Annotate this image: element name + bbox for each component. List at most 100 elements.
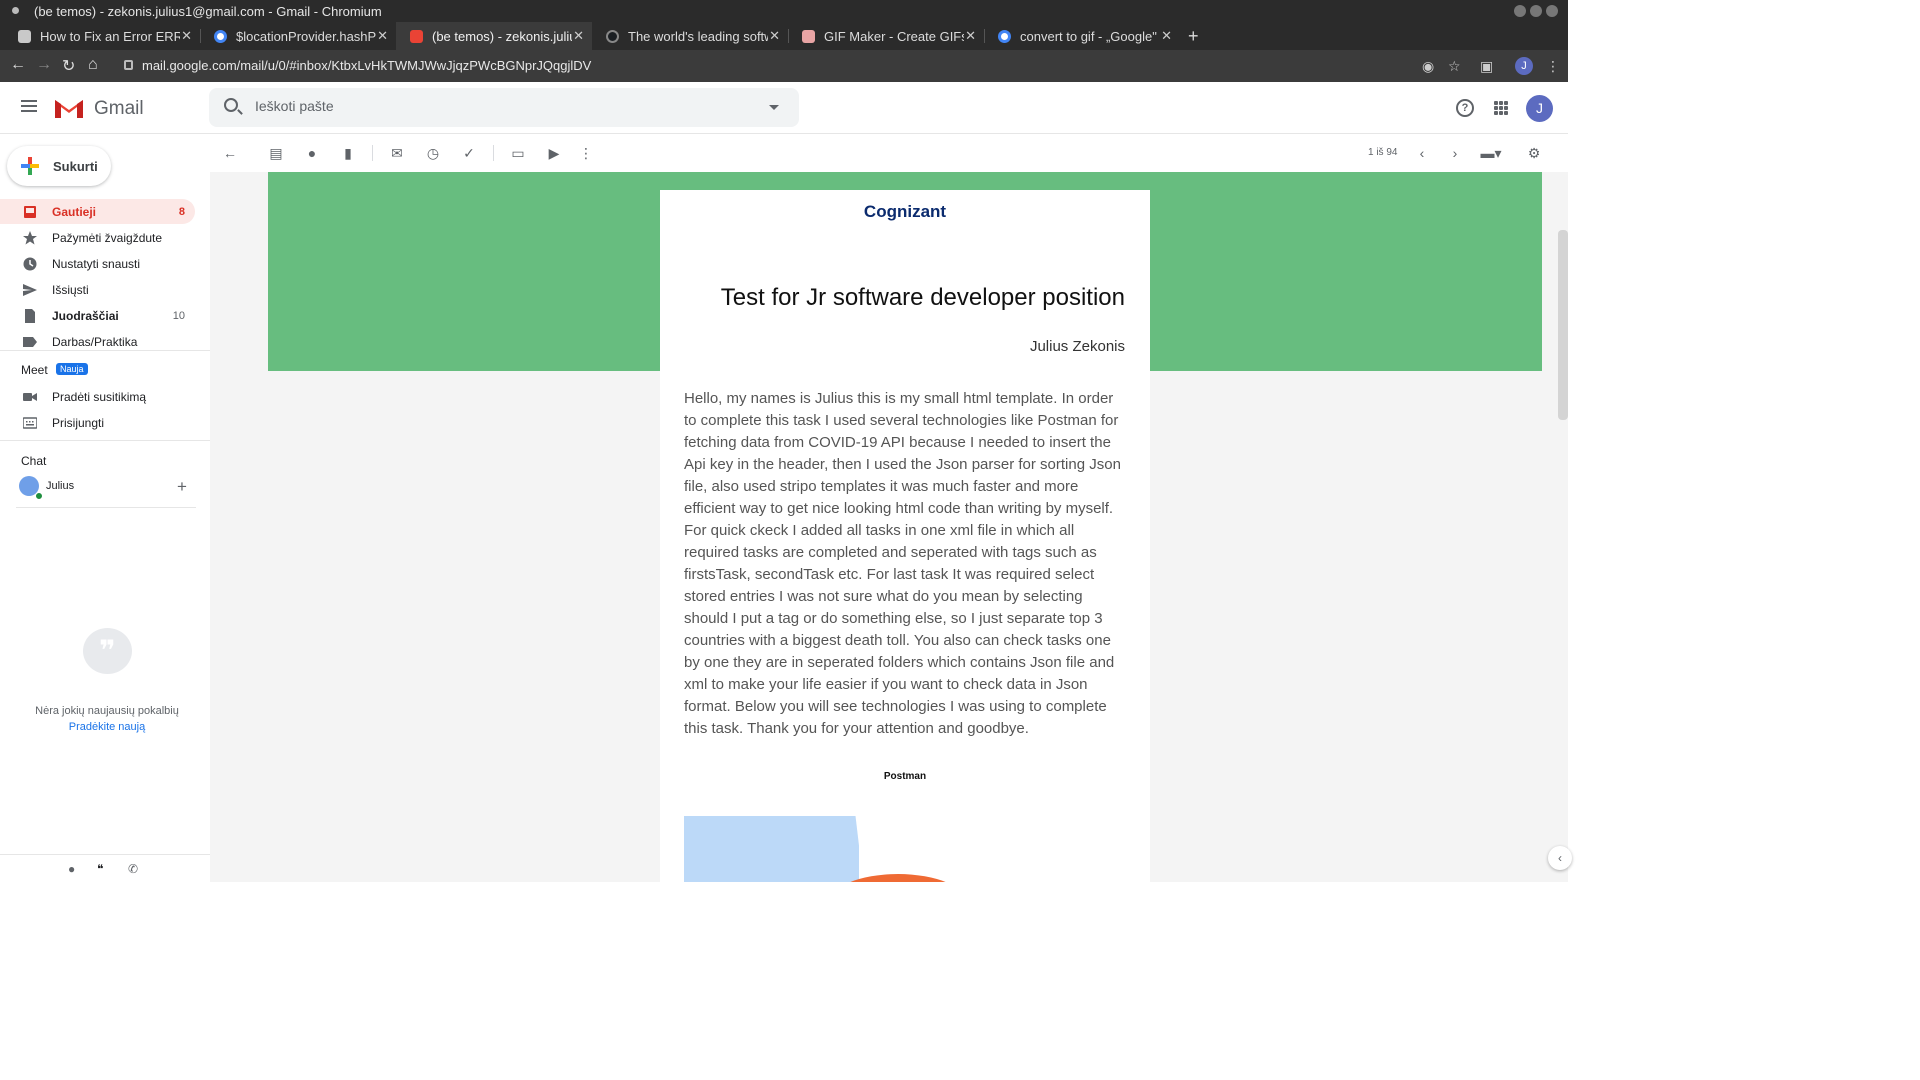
compose-plus-icon [21,157,39,175]
video-icon [23,392,37,401]
extension-icon[interactable]: ▣ [1480,58,1493,75]
settings-gear-icon[interactable]: ⚙ [1526,145,1542,161]
browser-tab[interactable]: The world's leading softw ✕ [592,22,788,50]
email-author: Julius Zekonis [1029,338,1125,355]
app-icon [12,7,19,14]
sidebar-item-snoozed[interactable]: Nustatyti snausti [0,251,195,276]
gif-maker-icon [802,29,815,43]
contacts-icon[interactable]: ● [68,862,75,876]
email-card: Cognizant Test for Jr software developer… [660,190,1150,882]
meet-item-label: Prisijungti [52,415,105,430]
close-tab-icon[interactable]: ✕ [573,28,584,44]
sidebar: Sukurti Gautieji 8 Pažymėti žvaigždute N… [0,134,210,882]
sidebar-item-drafts[interactable]: Juodraščiai 10 [0,303,195,328]
add-to-tasks-icon[interactable]: ✓ [461,145,477,161]
email-title: Test for Jr software developer position [720,284,1125,311]
browser-tab[interactable]: $locationProvider.hashP ✕ [200,22,396,50]
tab-label: (be temos) - zekonis.julius [432,28,572,44]
email-body: Hello, my names is Julius this is my sma… [684,390,1121,737]
chat-user-row[interactable]: Julius + [19,476,199,500]
meet-start-meeting[interactable]: Pradėti susitikimą [0,384,195,409]
close-window-icon[interactable] [1546,5,1558,17]
labels-icon[interactable]: ▶ [546,145,562,161]
mark-unread-icon[interactable]: ✉ [389,145,405,161]
star-icon [23,230,37,244]
sidebar-item-label: Darbas/Praktika [52,334,138,349]
compose-button[interactable]: Sukurti [7,146,111,186]
gmail-wordmark[interactable]: Gmail [94,98,144,120]
browser-profile-avatar[interactable]: J [1515,57,1533,75]
browser-tab-active[interactable]: (be temos) - zekonis.julius ✕ [396,22,592,50]
keyboard-icon [23,416,37,429]
minimize-icon[interactable] [1514,5,1526,17]
meet-join[interactable]: Prisijungti [0,410,195,435]
browser-menu-icon[interactable]: ⋮ [1546,58,1560,75]
report-spam-icon[interactable]: ● [304,145,320,161]
pagination-count: 1 iš 94 [1368,147,1398,158]
sidebar-item-sent[interactable]: Išsiųsti [0,277,195,302]
browser-tab[interactable]: GIF Maker - Create GIFs fro ✕ [788,22,984,50]
close-tab-icon[interactable]: ✕ [769,28,780,44]
bookmark-star-icon[interactable]: ☆ [1448,58,1461,75]
clock-icon [23,257,37,270]
eye-icon[interactable]: ◉ [1422,58,1434,75]
google-icon [214,29,227,43]
sidebar-divider [0,440,210,441]
sidebar-item-label: Gautieji [52,204,97,219]
sidebar-item-label: Nustatyti snausti [52,256,141,271]
window-controls [1514,5,1558,17]
snooze-icon[interactable]: ◷ [425,145,441,161]
lock-icon [124,60,133,70]
apps-grid-icon[interactable] [1494,101,1508,115]
no-chats-text: Nėra jokių naujausių pokalbių [35,705,179,717]
home-icon[interactable]: ⌂ [88,56,98,74]
forward-arrow-icon[interactable]: → [36,56,52,74]
more-actions-icon[interactable]: ⋮ [578,145,594,161]
tab-label: GIF Maker - Create GIFs fro [824,28,964,44]
brand-logo: Cognizant [863,202,947,221]
close-tab-icon[interactable]: ✕ [377,28,388,44]
search-icon[interactable] [224,98,238,112]
google-icon [998,29,1011,43]
address-bar[interactable]: mail.google.com/mail/u/0/#inbox/KtbxLvHk… [116,54,1476,78]
older-message-icon[interactable]: › [1447,145,1463,161]
new-tab-button[interactable]: + [1188,26,1199,47]
chat-section-title: Chat [21,454,47,468]
help-icon[interactable]: ? [1456,99,1474,117]
tab-label: convert to gif - „Google" p [1020,28,1160,44]
tab-label: How to Fix an Error ERR_ [40,28,180,44]
close-tab-icon[interactable]: ✕ [1161,28,1172,44]
sidebar-item-starred[interactable]: Pažymėti žvaigždute [0,225,195,250]
back-to-inbox-icon[interactable]: ← [222,145,238,161]
new-chat-plus-icon[interactable]: + [177,477,187,497]
delete-icon[interactable]: ▮ [340,145,356,161]
tab-label: $locationProvider.hashP [236,28,376,44]
main-menu-icon[interactable] [21,100,37,112]
close-tab-icon[interactable]: ✕ [181,28,192,44]
back-arrow-icon[interactable]: ← [10,56,26,74]
account-avatar[interactable]: J [1526,95,1553,122]
chat-user-name: Julius [46,480,75,492]
hangouts-icon[interactable]: ❝ [97,862,103,876]
start-new-chat-link[interactable]: Pradėkite naują [0,721,214,733]
browser-tab[interactable]: convert to gif - „Google" p ✕ [984,22,1180,50]
newer-message-icon[interactable]: ‹ [1414,145,1430,161]
reload-icon[interactable]: ↻ [62,56,75,76]
chat-bubble-icon: ❞ [83,628,132,674]
search-input[interactable] [255,98,755,114]
side-panel-toggle-icon[interactable]: ‹ [1548,846,1572,870]
input-tools-icon[interactable]: ▬▾ [1478,145,1504,161]
sidebar-item-label: Išsiųsti [52,282,89,297]
search-options-icon[interactable] [769,105,779,110]
phone-icon[interactable]: ✆ [128,862,138,876]
sidebar-item-inbox[interactable]: Gautieji 8 [0,199,195,224]
browser-tab[interactable]: How to Fix an Error ERR_ ✕ [4,22,200,50]
inbox-icon [24,205,36,218]
search-box[interactable] [209,88,799,127]
scrollbar[interactable] [1558,230,1568,420]
close-tab-icon[interactable]: ✕ [965,28,976,44]
move-to-icon[interactable]: ▭ [510,145,526,161]
gmail-logo-icon[interactable] [53,96,85,120]
archive-icon[interactable]: ▤ [268,145,284,161]
maximize-icon[interactable] [1530,5,1542,17]
